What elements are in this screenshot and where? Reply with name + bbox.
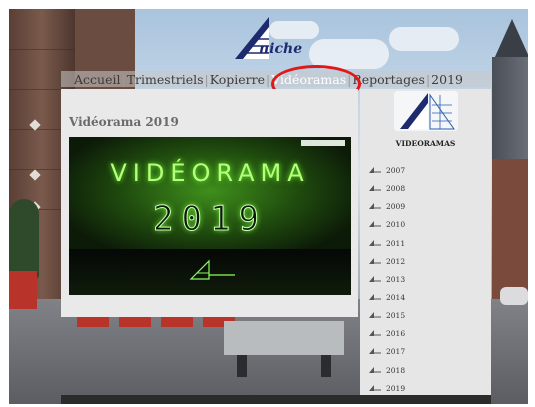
year-label: 2008 xyxy=(386,184,406,194)
planter xyxy=(9,271,37,309)
year-label: 2009 xyxy=(386,202,406,212)
nav-item-kopierre[interactable]: Kopierre xyxy=(210,72,265,87)
logo-text[interactable]: niche xyxy=(259,41,302,57)
car xyxy=(500,287,528,305)
video-watermark-badge xyxy=(301,140,345,146)
bottom-bar xyxy=(61,395,491,404)
nav-item-accueil[interactable]: Accueil xyxy=(74,72,120,87)
nav-item-trimestriels[interactable]: Trimestriels xyxy=(127,72,204,87)
year-bullet-icon xyxy=(369,330,381,337)
content-panel: Vidéorama 2019 VIDÉORAMA 2019 xyxy=(61,89,358,317)
year-label: 2014 xyxy=(386,292,406,302)
church-spire xyxy=(494,19,528,59)
year-label: 2018 xyxy=(386,365,406,375)
year-bullet-icon xyxy=(369,185,381,192)
year-bullet-icon xyxy=(369,384,381,391)
year-label: 2011 xyxy=(386,238,406,248)
year-label: 2016 xyxy=(386,329,406,339)
brick-line xyxy=(9,49,75,50)
year-label: 2012 xyxy=(386,256,406,266)
year-bullet-icon xyxy=(369,275,381,282)
year-bullet-icon xyxy=(369,221,381,228)
main-nav: Accueil|Trimestriels|Kopierre|Vidéoramas… xyxy=(9,72,528,87)
bench xyxy=(224,321,344,355)
page-title: Vidéorama 2019 xyxy=(69,115,179,129)
sidebar-title: VIDEORAMAS xyxy=(395,139,456,148)
nav-item-reportages[interactable]: Reportages xyxy=(352,72,425,87)
year-label: 2013 xyxy=(386,274,406,284)
tree xyxy=(9,199,39,279)
video-background xyxy=(69,137,351,257)
nav-item-2019[interactable]: 2019 xyxy=(431,72,463,87)
year-bullet-icon xyxy=(369,366,381,373)
sidebar: VIDEORAMAS 2007 2008 2009 2010 2011 2012 2013 2… xyxy=(360,89,491,395)
logo-icon[interactable] xyxy=(229,13,299,65)
year-label: 2015 xyxy=(386,311,406,321)
videoramas-thumbnail-icon[interactable] xyxy=(394,91,458,131)
cloud xyxy=(389,27,459,51)
year-label: 2017 xyxy=(386,347,406,357)
video-year-text: 2019 xyxy=(153,199,267,240)
video-player[interactable]: VIDÉORAMA 2019 xyxy=(69,137,351,295)
year-bullet-icon xyxy=(369,239,381,246)
year-bullet-icon xyxy=(369,293,381,300)
year-label: 2010 xyxy=(386,220,406,230)
screenshot-frame: niche Accueil|Trimestriels|Kopierre|Vidé… xyxy=(9,9,528,404)
year-bullet-icon xyxy=(369,257,381,264)
year-label: 2019 xyxy=(386,383,406,393)
bench-leg xyxy=(321,355,331,377)
year-bullet-icon xyxy=(369,312,381,319)
video-logo-icon xyxy=(189,259,235,280)
year-bullet-icon xyxy=(369,203,381,210)
video-title-text: VIDÉORAMA xyxy=(110,159,310,187)
year-bullet-icon xyxy=(369,348,381,355)
year-bullet-icon xyxy=(369,167,381,173)
year-label: 2007 xyxy=(386,166,406,175)
bench-leg xyxy=(237,355,247,377)
